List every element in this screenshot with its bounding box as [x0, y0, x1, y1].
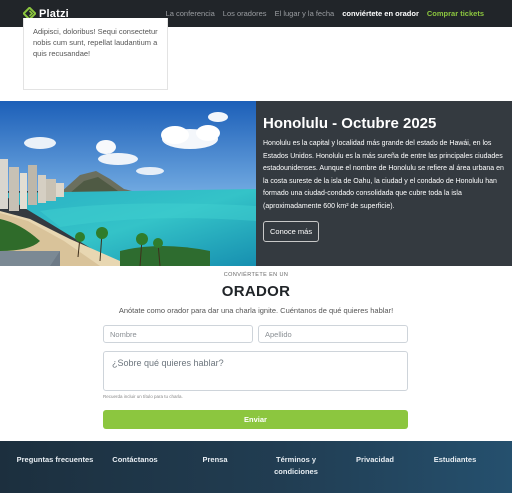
- form-subtitle: Anótate como orador para dar una charla …: [118, 306, 394, 315]
- last-name-input[interactable]: [258, 325, 408, 343]
- honolulu-description: Honolulu es la capital y localidad más g…: [263, 140, 504, 210]
- speaker-card-text: Adipisci, doloribus! Sequi consectetur n…: [33, 27, 158, 58]
- nav-link-become-speaker[interactable]: conviértete en orador: [342, 9, 419, 18]
- honolulu-title: Honolulu - Octubre 2025: [263, 115, 437, 132]
- footer-link-contact[interactable]: Contáctanos: [95, 454, 175, 466]
- footer-link-privacy[interactable]: Privacidad: [335, 454, 415, 466]
- nav-link-conference[interactable]: La conferencia: [166, 9, 215, 18]
- form-title: ORADOR: [221, 283, 291, 300]
- footer-link-terms[interactable]: Términos y condiciones: [256, 454, 336, 478]
- nav-link-speakers[interactable]: Los oradores: [223, 9, 267, 18]
- learn-more-button[interactable]: Conoce más: [263, 221, 320, 242]
- submit-button[interactable]: Enviar: [103, 410, 408, 429]
- honolulu-info: Honolulu - Octubre 2025 Honolulu es la c…: [263, 115, 507, 242]
- footer-link-press[interactable]: Prensa: [175, 454, 255, 466]
- first-name-input[interactable]: [103, 325, 253, 343]
- honolulu-section: Honolulu - Octubre 2025 Honolulu es la c…: [0, 101, 512, 266]
- form-hint: Recuerda incluir un título para tu charl…: [103, 394, 183, 399]
- nav-links: La conferencia Los oradores El lugar y l…: [158, 0, 484, 27]
- honolulu-beach-image: [0, 101, 256, 266]
- beach-illustration: [0, 101, 256, 266]
- nav-link-buy-tickets[interactable]: Comprar tickets: [427, 9, 484, 18]
- footer-link-faq[interactable]: Preguntas frecuentes: [15, 454, 95, 466]
- footer: Preguntas frecuentes Contáctanos Prensa …: [0, 441, 512, 493]
- form-kicker: CONVIÉRTETE EN UN: [223, 272, 289, 278]
- footer-link-students[interactable]: Estudiantes: [415, 454, 495, 466]
- nav-link-venue-date[interactable]: El lugar y la fecha: [275, 9, 335, 18]
- speaker-card: Adipisci, doloribus! Sequi consectetur n…: [23, 18, 168, 90]
- talk-topic-textarea[interactable]: [103, 351, 408, 391]
